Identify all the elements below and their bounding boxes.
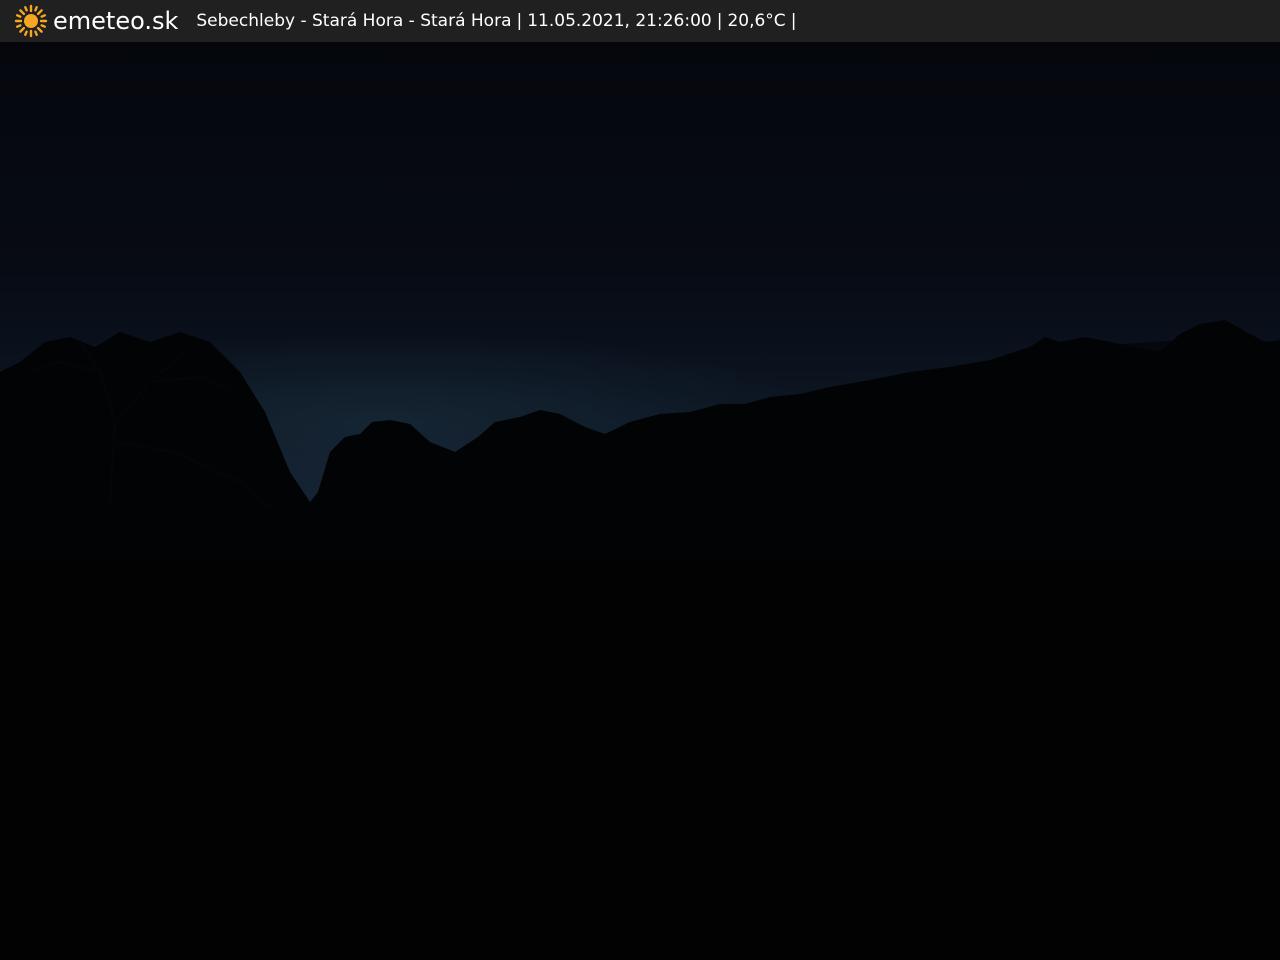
- brand-name: emeteo.sk: [53, 7, 179, 35]
- caption-bar: emeteo.sk Sebechleby - Stará Hora - Star…: [0, 0, 1280, 42]
- caption-separator: |: [790, 11, 797, 31]
- caption-separator: |: [516, 11, 523, 31]
- caption-separator: |: [716, 11, 723, 31]
- webcam-image: [0, 42, 1280, 960]
- night-landscape: [0, 42, 1280, 960]
- datetime-text: 11.05.2021, 21:26:00: [527, 11, 712, 31]
- brand-logo[interactable]: emeteo.sk: [14, 0, 178, 42]
- webcam-caption: Sebechleby - Stará Hora - Stará Hora | 1…: [196, 11, 801, 31]
- foreground: [0, 562, 1280, 960]
- temperature-text: 20,6°C: [727, 11, 786, 31]
- webcam-frame: emeteo.sk Sebechleby - Stará Hora - Star…: [0, 0, 1280, 960]
- sun-icon: [14, 4, 48, 38]
- location-text: Sebechleby - Stará Hora - Stará Hora: [196, 11, 512, 31]
